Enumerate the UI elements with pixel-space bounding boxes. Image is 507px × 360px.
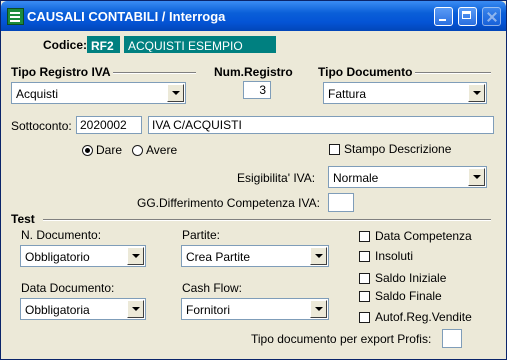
chevron-down-icon[interactable] [310, 247, 327, 265]
partite-label: Partite: [182, 228, 221, 242]
data-competenza-checkbox[interactable] [359, 231, 370, 242]
close-button[interactable] [482, 7, 501, 26]
chevron-down-icon[interactable] [310, 300, 327, 318]
avere-label: Avere [146, 143, 178, 157]
n-documento-label: N. Documento: [21, 228, 102, 242]
tipo-documento-select[interactable]: Fattura [323, 82, 487, 104]
stampo-descrizione-checkbox[interactable] [329, 144, 340, 155]
partite-select[interactable]: Crea Partite [181, 245, 329, 267]
codice-label: Codice: [43, 38, 88, 52]
num-registro-field[interactable]: 3 [243, 81, 271, 99]
esigibilita-select[interactable]: Normale [328, 166, 487, 188]
codice-description-field[interactable]: ACQUISTI ESEMPIO [124, 36, 276, 53]
chevron-down-icon[interactable] [468, 168, 485, 186]
partite-value: Crea Partite [186, 250, 251, 264]
gg-differimento-label: GG.Differimento Competenza IVA: [137, 196, 320, 210]
avere-radio[interactable] [132, 145, 143, 156]
stampo-descrizione-label: Stampo Descrizione [344, 142, 452, 156]
tipo-documento-value: Fattura [328, 87, 367, 101]
cash-flow-label: Cash Flow: [182, 281, 243, 295]
minimize-icon [435, 8, 452, 25]
n-documento-select[interactable]: Obbligatorio [20, 245, 146, 267]
esigibilita-value: Normale [333, 171, 379, 185]
maximize-button[interactable] [458, 7, 477, 26]
tipo-documento-divider [415, 72, 491, 74]
dare-label: Dare [96, 143, 123, 157]
title-bar[interactable]: CAUSALI CONTABILI / Interroga [1, 1, 506, 31]
saldo-iniziale-checkbox[interactable] [359, 273, 370, 284]
n-documento-value: Obbligatorio [25, 250, 90, 264]
sottoconto-description-field[interactable]: IVA C/ACQUISTI [148, 116, 494, 134]
data-documento-select[interactable]: Obbligatoria [20, 298, 146, 320]
test-header: Test [11, 212, 35, 226]
gg-differimento-field[interactable] [328, 193, 354, 212]
data-documento-label: Data Documento: [21, 281, 115, 295]
maximize-icon [459, 8, 476, 25]
tipo-registro-divider [113, 72, 196, 74]
autof-reg-vendite-checkbox[interactable] [359, 312, 370, 323]
tipo-documento-header: Tipo Documento [318, 65, 413, 79]
cash-flow-select[interactable]: Fornitori [181, 298, 329, 320]
saldo-finale-label: Saldo Finale [375, 289, 442, 303]
saldo-finale-checkbox[interactable] [359, 291, 370, 302]
sottoconto-code-field[interactable]: 2020002 [76, 116, 142, 134]
insoluti-label: Insoluti [375, 249, 414, 263]
tipo-registro-select[interactable]: Acquisti [11, 82, 186, 104]
cash-flow-value: Fornitori [186, 303, 231, 317]
tipo-registro-header: Tipo Registro IVA [11, 65, 111, 79]
tipo-doc-export-label: Tipo documento per export Profis: [251, 332, 432, 346]
window-title: CAUSALI CONTABILI / Interroga [27, 9, 226, 24]
sottoconto-label: Sottoconto: [11, 119, 72, 133]
codice-code-field[interactable]: RF2 [87, 36, 120, 53]
saldo-iniziale-label: Saldo Iniziale [375, 271, 447, 285]
window: CAUSALI CONTABILI / Interroga Codice: RF… [0, 0, 507, 360]
chevron-down-icon[interactable] [468, 84, 485, 102]
data-documento-value: Obbligatoria [25, 303, 90, 317]
dare-radio[interactable] [82, 145, 93, 156]
test-divider [43, 219, 491, 221]
data-competenza-label: Data Competenza [375, 229, 472, 243]
minimize-button[interactable] [434, 7, 453, 26]
autof-reg-vendite-label: Autof.Reg.Vendite [375, 310, 472, 324]
chevron-down-icon[interactable] [127, 247, 144, 265]
close-icon [483, 8, 500, 25]
esigibilita-label: Esigibilita' IVA: [237, 171, 316, 185]
tipo-registro-value: Acquisti [16, 87, 59, 101]
num-registro-header: Num.Registro [214, 65, 293, 79]
tipo-doc-export-field[interactable] [442, 329, 462, 348]
chevron-down-icon[interactable] [127, 300, 144, 318]
insoluti-checkbox[interactable] [359, 251, 370, 262]
app-icon [7, 8, 24, 25]
chevron-down-icon[interactable] [167, 84, 184, 102]
